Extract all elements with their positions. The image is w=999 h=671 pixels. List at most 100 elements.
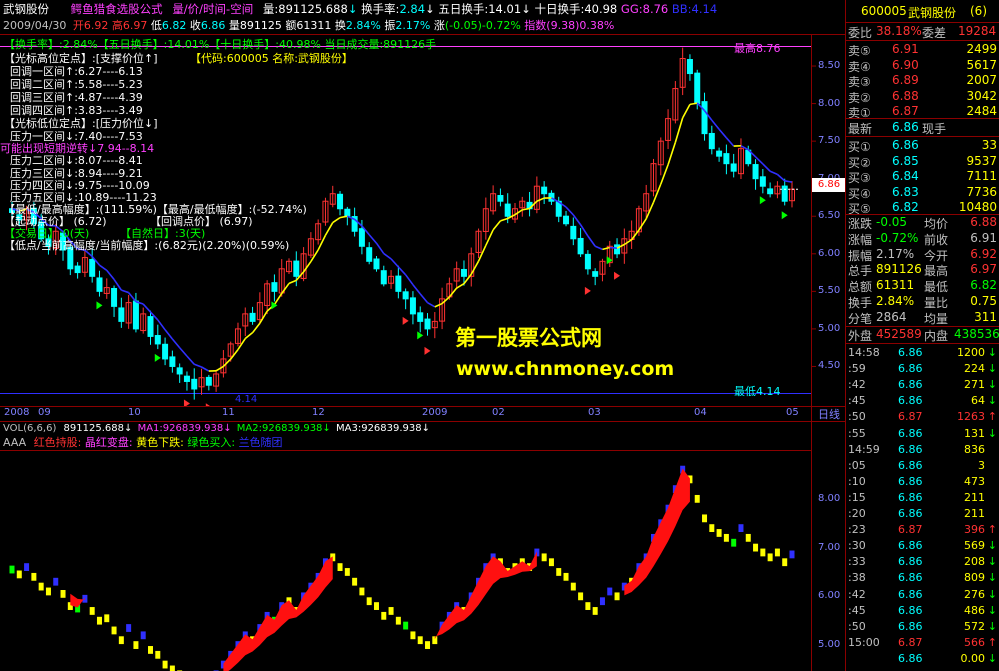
tick-row[interactable]: :20 6.86 211 — [846, 507, 999, 522]
price-tick: 8.50 — [818, 60, 841, 72]
gg-value: 8.76 — [642, 2, 669, 16]
tick-row[interactable]: :45 6.86 64 ↓ — [846, 394, 999, 409]
tick-price: 6.86 — [898, 362, 923, 376]
tick-row[interactable]: :50 6.87 1263 ↑ — [846, 410, 999, 425]
vol-name[interactable]: VOL(6,6,6) — [3, 423, 56, 434]
tick-direction-icon: ↓ — [987, 555, 997, 569]
formula-name[interactable]: 鳄鱼猎食选股公式 — [71, 2, 163, 16]
tick-price: 6.87 — [898, 410, 923, 424]
period-tab-daily[interactable]: 日线 — [812, 406, 846, 421]
stat-value: -0.72% — [876, 230, 919, 245]
stat-value: 6.88 — [970, 215, 997, 229]
tick-row[interactable]: :33 6.86 208 ↓ — [846, 555, 999, 570]
trend-line-segment — [179, 347, 188, 357]
bid-row[interactable]: 买② 6.85 9537 — [846, 154, 999, 170]
tick-row[interactable]: :59 6.86 224 ↓ — [846, 362, 999, 377]
stat-value: 6.91 — [970, 230, 997, 245]
chart-mode[interactable]: 量/价/时间-空间 — [172, 2, 253, 16]
candle-body — [358, 228, 365, 247]
tick-volume: 131 — [964, 426, 985, 440]
stat-label: 均价 — [924, 217, 949, 231]
tick-price: 6.86 — [898, 603, 923, 617]
candle-body — [592, 271, 599, 277]
trend-line-segment — [718, 128, 728, 139]
legend-green: 绿色买入: — [187, 436, 236, 449]
ask-label: 卖③ — [848, 75, 871, 89]
tick-volume: 836 — [964, 442, 985, 456]
inner-value: 438536 — [954, 327, 999, 341]
indicator-step — [53, 577, 59, 586]
down-arrow-icon: ↓ — [425, 2, 435, 16]
indicator-step — [723, 533, 729, 542]
tick-price: 6.86 — [898, 394, 923, 408]
trend-line-segment — [776, 173, 786, 182]
tick-volume: 396 — [964, 523, 985, 537]
tick-row[interactable]: 14:58 6.86 1200 ↓ — [846, 346, 999, 361]
trend-line-segment — [259, 310, 268, 324]
ask-row[interactable]: 卖⑤ 6.91 2499 — [846, 42, 999, 58]
stat-label: 换手 — [848, 296, 873, 310]
stat-label: 涨跌 — [848, 217, 873, 231]
tick-row[interactable]: :15 6.86 211 — [846, 491, 999, 506]
tick-row[interactable]: :23 6.87 396 ↑ — [846, 523, 999, 538]
trend-line-segment — [609, 246, 618, 249]
ask-volume: 2499 — [966, 42, 997, 56]
trend-line-segment — [448, 287, 458, 298]
frame-top-line — [0, 34, 846, 35]
tick-row[interactable]: 15:00 6.87 566 ↑ — [846, 636, 999, 651]
ask-volume: 2484 — [966, 104, 997, 118]
date-axis: 2008 09 10 11 12 2009 02 03 04 05 — [0, 407, 812, 421]
ask-row[interactable]: 卖② 6.88 3042 — [846, 89, 999, 105]
bid-row[interactable]: 买① 6.86 33 — [846, 138, 999, 154]
stat-value: 6.92 — [970, 246, 997, 261]
tick-row[interactable]: :42 6.86 276 ↓ — [846, 588, 999, 603]
tick-row[interactable]: :10 6.86 473 — [846, 475, 999, 490]
tick-time: 14:59 — [848, 442, 880, 456]
stat-label: 总手 — [848, 264, 873, 279]
trend-line-segment — [500, 217, 508, 222]
tick-row[interactable]: :50 6.86 572 ↓ — [846, 620, 999, 635]
stats-row: 总手 891126 最高 6.97 — [846, 262, 999, 278]
tick-row[interactable]: :45 6.86 486 ↓ — [846, 604, 999, 619]
tick-row[interactable]: 6.86 0.00 ↓ — [846, 652, 999, 667]
stat-label: 振幅 — [848, 248, 873, 263]
indicator-name[interactable]: AAA — [3, 436, 26, 449]
trend-line-segment — [142, 303, 152, 313]
bid-price: 6.84 — [892, 169, 919, 183]
tick-row[interactable]: 14:59 6.86 836 — [846, 443, 999, 458]
stats-row: 换手 2.84% 量比 0.75 — [846, 294, 999, 310]
bid-volume: 7736 — [966, 184, 997, 199]
stat-value: 2.17% — [876, 246, 915, 261]
tick-row[interactable]: :05 6.86 3 — [846, 459, 999, 474]
tick-row[interactable]: :30 6.86 569 ↓ — [846, 539, 999, 554]
hold-signal-icon — [154, 353, 161, 362]
turn10-value: 40.98 — [584, 2, 618, 16]
candle-body — [708, 132, 715, 150]
tick-volume: 276 — [964, 587, 985, 601]
ask-row[interactable]: 卖④ 6.90 5617 — [846, 58, 999, 74]
candle-body — [249, 312, 256, 322]
tick-row[interactable]: :42 6.86 271 ↓ — [846, 378, 999, 393]
stock-code-label: 【代码:600005 名称:武钢股份】 — [190, 52, 353, 65]
tick-direction-icon: ↑ — [987, 635, 997, 649]
trend-line-segment — [215, 365, 224, 372]
bid-row[interactable]: 买③ 6.84 7111 — [846, 169, 999, 185]
trend-line-segment — [383, 252, 392, 260]
price-tick: 8.00 — [818, 97, 841, 109]
candle-body — [176, 367, 183, 375]
tick-row[interactable]: :55 6.86 131 ↓ — [846, 427, 999, 442]
trend-line-segment — [725, 137, 735, 147]
tick-row[interactable]: :38 6.86 809 ↓ — [846, 571, 999, 586]
bid-row[interactable]: 买④ 6.83 7736 — [846, 185, 999, 201]
support-title: 【光标高位定点】:[支撑价位↑] — [4, 52, 158, 65]
highest-annotation: 最高8.76 — [734, 42, 781, 55]
ask-row[interactable]: 卖③ 6.89 2007 — [846, 73, 999, 89]
indicator-step — [373, 602, 379, 610]
trend-line-segment — [332, 216, 341, 224]
indicator-chart[interactable] — [0, 451, 846, 671]
stat-value: 6.82 — [970, 278, 997, 293]
indicator-step — [111, 626, 117, 635]
tick-price: 6.86 — [898, 555, 923, 569]
bid-volume: 7111 — [966, 169, 997, 183]
indicator-step — [592, 607, 598, 615]
